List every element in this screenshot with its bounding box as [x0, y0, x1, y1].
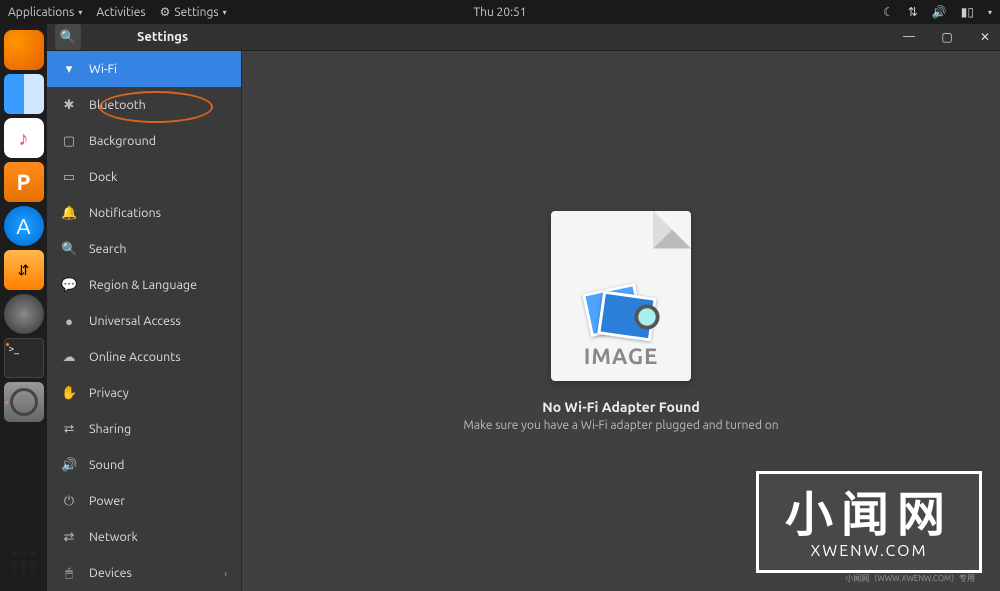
- bluetooth-icon: ✱: [61, 98, 77, 113]
- region-icon: 💬: [61, 278, 77, 293]
- battery-status-icon[interactable]: ▮▯: [961, 5, 974, 19]
- dock-terminal[interactable]: >_: [4, 338, 44, 378]
- dock-presentation[interactable]: P: [4, 162, 44, 202]
- settings-sidebar: ▾ Wi-Fi ✱ Bluetooth ▢ Background ▭ Dock 🔔 Notific…: [47, 51, 242, 591]
- sidebar-item-privacy[interactable]: ✋ Privacy: [47, 375, 241, 411]
- system-menu-icon[interactable]: ▾: [988, 8, 992, 17]
- universal-icon: ●: [61, 314, 77, 329]
- status-title: No Wi-Fi Adapter Found: [542, 399, 700, 415]
- applications-menu[interactable]: Applications▾: [8, 6, 82, 19]
- sidebar-item-label: Search: [89, 242, 127, 256]
- background-icon: ▢: [61, 134, 77, 149]
- sidebar-item-power[interactable]: ⏻ Power: [47, 483, 241, 519]
- watermark: 小闻网 XWENW.COM 小闻网（WWW.XWENW.COM）专用: [756, 471, 982, 573]
- sidebar-item-label: Dock: [89, 170, 117, 184]
- sidebar-item-label: Power: [89, 494, 125, 508]
- sidebar-item-sharing[interactable]: ⮂ Sharing: [47, 411, 241, 447]
- settings-pane: IMAGE No Wi-Fi Adapter Found Make sure y…: [242, 51, 1000, 591]
- settings-icon: ⚙: [160, 5, 171, 19]
- sidebar-item-label: Online Accounts: [89, 350, 181, 364]
- clock[interactable]: Thu 20:51: [473, 6, 526, 19]
- titlebar[interactable]: 🔍 Settings — ▢ ✕: [47, 24, 1000, 51]
- sidebar-item-wifi[interactable]: ▾ Wi-Fi: [47, 51, 241, 87]
- volume-status-icon[interactable]: 🔊: [932, 5, 947, 19]
- sidebar-item-label: Privacy: [89, 386, 129, 400]
- dock-appstore[interactable]: A: [4, 206, 44, 246]
- dock: ♪ P A ⇵ >_: [0, 24, 47, 591]
- dock-usb[interactable]: ⇵: [4, 250, 44, 290]
- dock-firefox[interactable]: [4, 30, 44, 70]
- sidebar-item-label: Network: [89, 530, 138, 544]
- sidebar-item-label: Notifications: [89, 206, 161, 220]
- sidebar-item-network[interactable]: ⇄ Network: [47, 519, 241, 555]
- sharing-icon: ⮂: [61, 422, 77, 437]
- sidebar-item-label: Universal Access: [89, 314, 181, 328]
- placeholder-image: IMAGE: [551, 211, 691, 381]
- close-button[interactable]: ✕: [978, 30, 992, 44]
- sidebar-item-label: Region & Language: [89, 278, 197, 292]
- activities-button[interactable]: Activities: [96, 6, 145, 19]
- network-icon: ⇄: [61, 530, 77, 545]
- dock-system[interactable]: [4, 294, 44, 334]
- wifi-icon: ▾: [61, 62, 77, 77]
- devices-icon: 🖱: [61, 566, 77, 581]
- chevron-right-icon: ›: [224, 568, 227, 579]
- sidebar-item-label: Background: [89, 134, 156, 148]
- dock-icon: ▭: [61, 170, 77, 185]
- sidebar-item-label: Bluetooth: [89, 98, 146, 112]
- top-bar: Applications▾ Activities ⚙ Settings▾ Thu…: [0, 0, 1000, 24]
- sidebar-item-sound[interactable]: 🔊 Sound: [47, 447, 241, 483]
- current-app-menu[interactable]: ⚙ Settings▾: [160, 5, 227, 19]
- sidebar-item-universal[interactable]: ● Universal Access: [47, 303, 241, 339]
- dock-settings[interactable]: [4, 382, 44, 422]
- power-icon: ⏻: [61, 494, 77, 509]
- sound-icon: 🔊: [61, 458, 77, 473]
- sidebar-item-label: Devices: [89, 566, 132, 580]
- night-icon[interactable]: ☾: [883, 5, 894, 19]
- status-subtitle: Make sure you have a Wi-Fi adapter plugg…: [463, 419, 778, 432]
- sidebar-item-label: Sound: [89, 458, 124, 472]
- sidebar-item-online[interactable]: ☁ Online Accounts: [47, 339, 241, 375]
- sidebar-item-background[interactable]: ▢ Background: [47, 123, 241, 159]
- sidebar-item-region[interactable]: 💬 Region & Language: [47, 267, 241, 303]
- sidebar-item-label: Sharing: [89, 422, 131, 436]
- sidebar-item-dock[interactable]: ▭ Dock: [47, 159, 241, 195]
- sidebar-item-notifications[interactable]: 🔔 Notifications: [47, 195, 241, 231]
- window-title: Settings: [137, 30, 188, 44]
- sidebar-item-devices[interactable]: 🖱 Devices ›: [47, 555, 241, 591]
- dock-music[interactable]: ♪: [4, 118, 44, 158]
- sidebar-item-search[interactable]: 🔍 Search: [47, 231, 241, 267]
- online-icon: ☁: [61, 350, 77, 365]
- sidebar-item-label: Wi-Fi: [89, 62, 117, 76]
- dock-files[interactable]: [4, 74, 44, 114]
- search-button[interactable]: 🔍: [55, 24, 81, 50]
- notifications-icon: 🔔: [61, 206, 77, 221]
- minimize-button[interactable]: —: [902, 30, 916, 44]
- show-applications[interactable]: [6, 545, 42, 581]
- sidebar-item-bluetooth[interactable]: ✱ Bluetooth: [47, 87, 241, 123]
- search-icon: 🔍: [61, 242, 77, 257]
- maximize-button[interactable]: ▢: [940, 30, 954, 44]
- settings-window: 🔍 Settings — ▢ ✕ ▾ Wi-Fi ✱ Bluetooth ▢ Backgr…: [47, 24, 1000, 591]
- network-status-icon[interactable]: ⇅: [908, 5, 918, 19]
- privacy-icon: ✋: [61, 386, 77, 401]
